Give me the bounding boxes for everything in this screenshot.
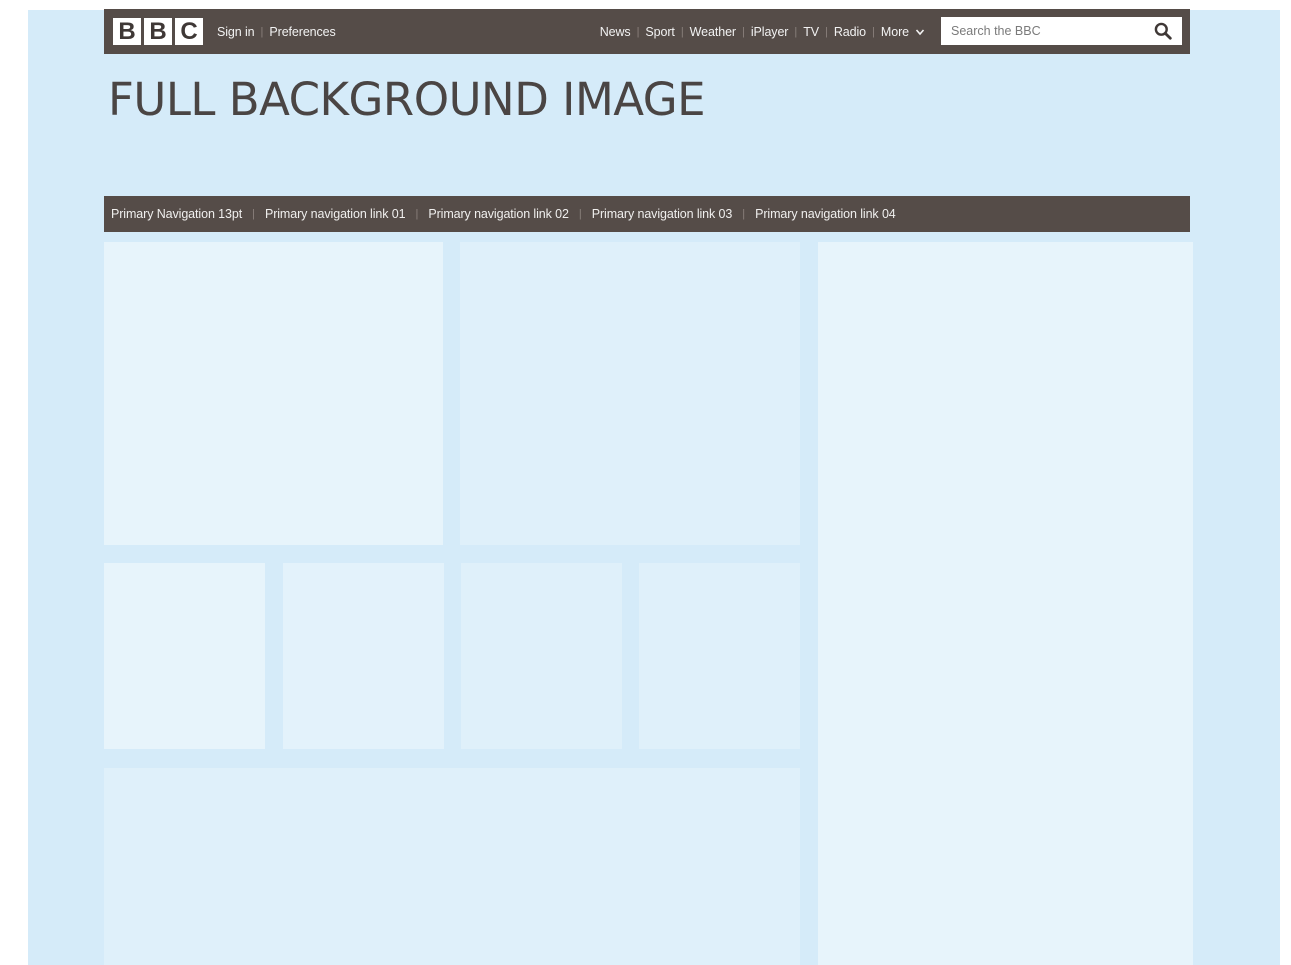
- content-panel-small-2: [283, 563, 444, 749]
- separator: |: [252, 208, 255, 220]
- primary-nav-link-03[interactable]: Primary navigation link 03: [592, 207, 733, 221]
- separator: |: [794, 25, 798, 38]
- logo-letter: B: [113, 18, 141, 45]
- separator: |: [742, 208, 746, 220]
- sidebar-panel: [818, 242, 1193, 965]
- content-panel-small-4: [639, 563, 800, 749]
- logo-letter: B: [144, 18, 172, 45]
- content-panel-wide: [104, 768, 800, 965]
- primary-nav-link-01[interactable]: Primary navigation link 01: [265, 207, 406, 221]
- separator: |: [680, 25, 684, 38]
- nav-link-sport[interactable]: Sport: [645, 25, 674, 39]
- content-panel-small-1: [104, 563, 265, 749]
- content-panel-small-3: [461, 563, 622, 749]
- global-header: B B C Sign in | Preferences News | Sport…: [104, 9, 1190, 54]
- search-input[interactable]: Search the BBC: [941, 17, 1182, 45]
- sign-in-link[interactable]: Sign in: [217, 25, 255, 39]
- nav-link-weather[interactable]: Weather: [690, 25, 736, 39]
- nav-link-iplayer[interactable]: iPlayer: [751, 25, 789, 39]
- search-placeholder: Search the BBC: [951, 24, 1041, 38]
- primary-nav: Primary Navigation 13pt | Primary naviga…: [104, 196, 1190, 232]
- bbc-logo[interactable]: B B C: [113, 18, 203, 45]
- primary-nav-heading[interactable]: Primary Navigation 13pt: [111, 207, 242, 221]
- account-links: Sign in | Preferences: [217, 9, 336, 54]
- logo-letter: C: [175, 18, 203, 45]
- chevron-down-icon[interactable]: [915, 27, 925, 37]
- nav-link-tv[interactable]: TV: [803, 25, 819, 39]
- separator: |: [872, 25, 875, 38]
- search-icon[interactable]: [1154, 22, 1172, 40]
- separator: |: [578, 208, 582, 220]
- primary-nav-link-02[interactable]: Primary navigation link 02: [428, 207, 569, 221]
- separator: |: [742, 25, 745, 38]
- nav-link-news[interactable]: News: [600, 25, 631, 39]
- content-panel-large-1: [104, 242, 443, 545]
- preferences-link[interactable]: Preferences: [269, 25, 335, 39]
- nav-link-radio[interactable]: Radio: [834, 25, 866, 39]
- page-title: FULL BACKGROUND IMAGE: [108, 73, 706, 126]
- primary-nav-link-04[interactable]: Primary navigation link 04: [755, 207, 896, 221]
- separator: |: [825, 25, 828, 38]
- separator: |: [636, 25, 640, 38]
- nav-link-more[interactable]: More: [881, 25, 909, 39]
- content-panel-large-2: [460, 242, 800, 545]
- global-nav: News | Sport | Weather | iPlayer | TV | …: [600, 9, 925, 54]
- separator: |: [415, 208, 419, 220]
- separator: |: [260, 25, 264, 38]
